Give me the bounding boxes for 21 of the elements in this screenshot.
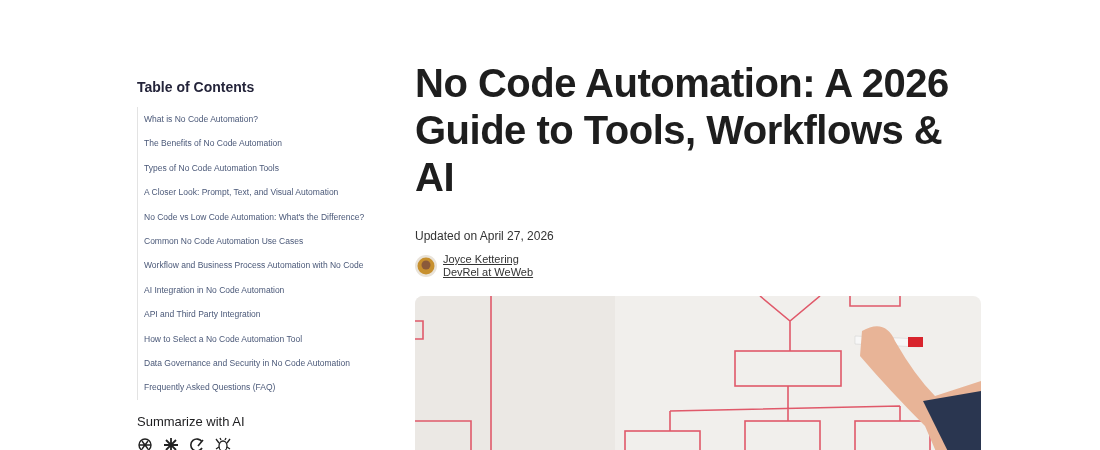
toc-link[interactable]: API and Third Party Integration bbox=[138, 302, 367, 327]
spider-icon[interactable] bbox=[215, 436, 231, 450]
toc-link[interactable]: The Benefits of No Code Automation bbox=[138, 131, 367, 156]
toc-link[interactable]: AI Integration in No Code Automation bbox=[138, 277, 367, 303]
burst-icon[interactable] bbox=[163, 436, 179, 450]
summarize-heading: Summarize with AI bbox=[137, 413, 246, 429]
toc-link[interactable]: Common No Code Automation Use Cases bbox=[138, 228, 367, 254]
toc-link[interactable]: Types of No Code Automation Tools bbox=[138, 155, 367, 181]
article-title: No Code Automation: A 2026 Guide to Tools, Workflows & AI bbox=[415, 60, 950, 201]
author-name-link[interactable]: Joyce Kettering bbox=[443, 253, 534, 266]
toc-link[interactable]: A Closer Look: Prompt, Text, and Visual Automation bbox=[138, 180, 367, 205]
toc-link[interactable]: Data Governance and Security in No Code Automation bbox=[138, 350, 367, 376]
toc-link[interactable]: Frequently Asked Questions (FAQ) bbox=[138, 375, 367, 400]
toc-link[interactable]: No Code vs Low Code Automation: What's the Difference? bbox=[138, 204, 367, 229]
updated-date: Updated on April 27, 2026 bbox=[415, 229, 555, 243]
toc-link[interactable]: What is No Code Automation? bbox=[138, 107, 367, 132]
toc-link[interactable]: Workflow and Business Process Automation with No Code bbox=[138, 253, 367, 278]
avatar bbox=[415, 255, 437, 277]
toc-heading: Table of Contents bbox=[137, 79, 256, 95]
toc-link[interactable]: How to Select a No Code Automation Tool bbox=[138, 326, 367, 351]
author-role-link[interactable]: DevRel at WeWeb bbox=[443, 266, 534, 279]
